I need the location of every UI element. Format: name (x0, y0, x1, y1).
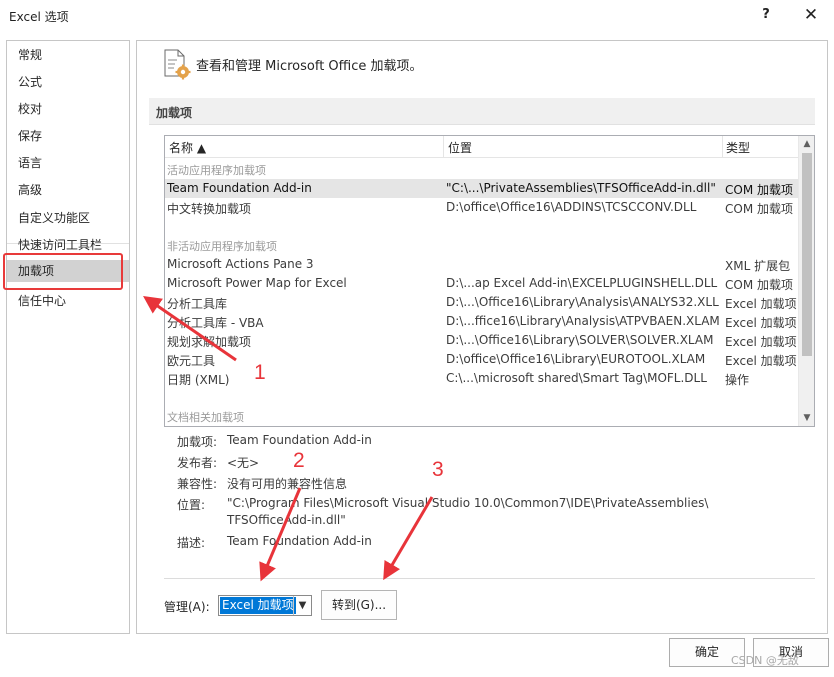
sidebar-item-formulas[interactable]: 公式 (7, 71, 129, 93)
column-header-name[interactable]: 名称 ▲ (169, 139, 206, 156)
sidebar-item-general[interactable]: 常规 (7, 44, 129, 66)
row-location: D:\office\Office16\Library\EUROTOOL.XLAM (446, 352, 706, 366)
options-sidebar: 常规 公式 校对 保存 语言 高级 自定义功能区 快速访问工具栏 加载项 信任中… (6, 40, 130, 634)
addins-section-bar: 加载项 (149, 98, 815, 125)
table-row[interactable]: 规划求解加载项 D:\...\Office16\Library\SOLVER\S… (165, 331, 798, 350)
detail-description-value: Team Foundation Add-in (227, 534, 372, 548)
row-type: Excel 加载项 (725, 335, 797, 349)
sidebar-item-customize-ribbon[interactable]: 自定义功能区 (7, 207, 129, 229)
row-location: "C:\...\PrivateAssemblies\TFSOfficeAdd-i… (446, 181, 716, 195)
section-title: 加载项 (156, 106, 193, 120)
row-type: COM 加载项 (725, 278, 793, 292)
row-name: 分析工具库 - VBA (167, 316, 264, 330)
table-row[interactable]: 分析工具库 - VBA D:\...ffice16\Library\Analys… (165, 312, 798, 331)
row-location: C:\...\microsoft shared\Smart Tag\MOFL.D… (446, 371, 707, 385)
sidebar-item-advanced[interactable]: 高级 (7, 179, 129, 201)
detail-location-value-line2: TFSOfficeAdd-in.dll" (227, 513, 346, 527)
row-name: 规划求解加载项 (167, 335, 252, 349)
row-type: 操作 (725, 373, 750, 387)
row-type: COM 加载项 (725, 183, 793, 197)
row-location: D:\office\Office16\ADDINS\TCSCCONV.DLL (446, 200, 697, 214)
column-divider[interactable] (722, 136, 723, 158)
go-button[interactable]: 转到(G)... (321, 590, 397, 620)
manage-divider (164, 578, 815, 579)
table-row[interactable]: 分析工具库 D:\...\Office16\Library\Analysis\A… (165, 293, 798, 312)
sidebar-item-language[interactable]: 语言 (7, 152, 129, 174)
table-row[interactable]: Team Foundation Add-in "C:\...\PrivateAs… (165, 179, 798, 198)
row-name: 分析工具库 (167, 297, 228, 311)
column-header-type[interactable]: 类型 (726, 139, 750, 156)
row-name: 欧元工具 (167, 354, 216, 368)
table-row[interactable]: Microsoft Actions Pane 3 XML 扩展包 (165, 255, 798, 274)
manage-label: 管理(A): (164, 600, 210, 614)
row-type: COM 加载项 (725, 202, 793, 216)
table-row[interactable]: Microsoft Power Map for Excel D:\...ap E… (165, 274, 798, 293)
detail-description-label: 描述: (177, 536, 206, 550)
row-location: D:\...ffice16\Library\Analysis\ATPVBAEN.… (446, 314, 720, 328)
detail-location-value-line1: "C:\Program Files\Microsoft Visual Studi… (227, 496, 709, 510)
sidebar-item-quick-access-toolbar[interactable]: 快速访问工具栏 (7, 234, 129, 256)
window-title: Excel 选项 (9, 10, 69, 24)
group-active-addins: 活动应用程序加载项 (167, 164, 266, 177)
detail-publisher-label: 发布者: (177, 456, 218, 470)
row-name: Team Foundation Add-in (167, 181, 312, 195)
watermark: CSDN @无敌 (731, 654, 799, 667)
row-type: Excel 加载项 (725, 354, 797, 368)
column-header-location[interactable]: 位置 (448, 139, 472, 156)
detail-compat-value: 没有可用的兼容性信息 (227, 477, 348, 491)
table-row[interactable]: 欧元工具 D:\office\Office16\Library\EUROTOOL… (165, 350, 798, 369)
sidebar-item-save[interactable]: 保存 (7, 125, 129, 147)
sidebar-item-trust-center[interactable]: 信任中心 (7, 290, 129, 312)
row-location: D:\...ap Excel Add-in\EXCELPLUGINSHELL.D… (446, 276, 718, 290)
group-inactive-addins: 非活动应用程序加载项 (167, 240, 277, 253)
sidebar-item-addins[interactable]: 加载项 (7, 260, 129, 282)
table-row[interactable]: 日期 (XML) C:\...\microsoft shared\Smart T… (165, 369, 798, 388)
group-document-addins: 文档相关加载项 (167, 411, 244, 424)
manage-selected-value: Excel 加载项 (220, 597, 296, 614)
addins-panel: 查看和管理 Microsoft Office 加载项。 加载项 名称 ▲ 位置 … (136, 40, 828, 634)
row-type: Excel 加载项 (725, 297, 797, 311)
detail-publisher-value: <无> (227, 456, 260, 470)
list-header: 名称 ▲ 位置 类型 (165, 136, 798, 158)
row-name: Microsoft Actions Pane 3 (167, 257, 314, 271)
detail-addin-label: 加载项: (177, 435, 218, 449)
close-icon[interactable]: ✕ (800, 4, 822, 26)
row-location: D:\...\Office16\Library\SOLVER\SOLVER.XL… (446, 333, 714, 347)
help-icon[interactable]: ? (756, 4, 776, 26)
detail-addin-value: Team Foundation Add-in (227, 433, 372, 447)
chevron-down-icon[interactable]: ▼ (293, 596, 311, 615)
manage-dropdown[interactable]: Excel 加载项 ▼ (218, 595, 312, 616)
table-row[interactable]: 中文转换加载项 D:\office\Office16\ADDINS\TCSCCO… (165, 198, 798, 217)
addins-list[interactable]: 名称 ▲ 位置 类型 活动应用程序加载项 Team Foundation Add… (164, 135, 815, 427)
scroll-up-icon[interactable]: ▲ (801, 138, 813, 150)
sidebar-item-proofing[interactable]: 校对 (7, 98, 129, 120)
column-divider[interactable] (443, 136, 444, 158)
list-scrollbar[interactable]: ▲ ▼ (798, 136, 814, 426)
scroll-thumb[interactable] (802, 153, 812, 356)
title-bar: Excel 选项 ? ✕ (0, 0, 834, 32)
row-location: D:\...\Office16\Library\Analysis\ANALYS3… (446, 295, 719, 309)
row-type: Excel 加载项 (725, 316, 797, 330)
panel-heading: 查看和管理 Microsoft Office 加载项。 (196, 59, 423, 74)
row-name: Microsoft Power Map for Excel (167, 276, 347, 290)
row-name: 日期 (XML) (167, 373, 230, 387)
detail-location-label: 位置: (177, 498, 206, 512)
detail-compat-label: 兼容性: (177, 477, 218, 491)
row-type: XML 扩展包 (725, 259, 791, 273)
scroll-down-icon[interactable]: ▼ (801, 412, 813, 424)
addins-settings-icon (164, 49, 191, 80)
row-name: 中文转换加载项 (167, 202, 252, 216)
